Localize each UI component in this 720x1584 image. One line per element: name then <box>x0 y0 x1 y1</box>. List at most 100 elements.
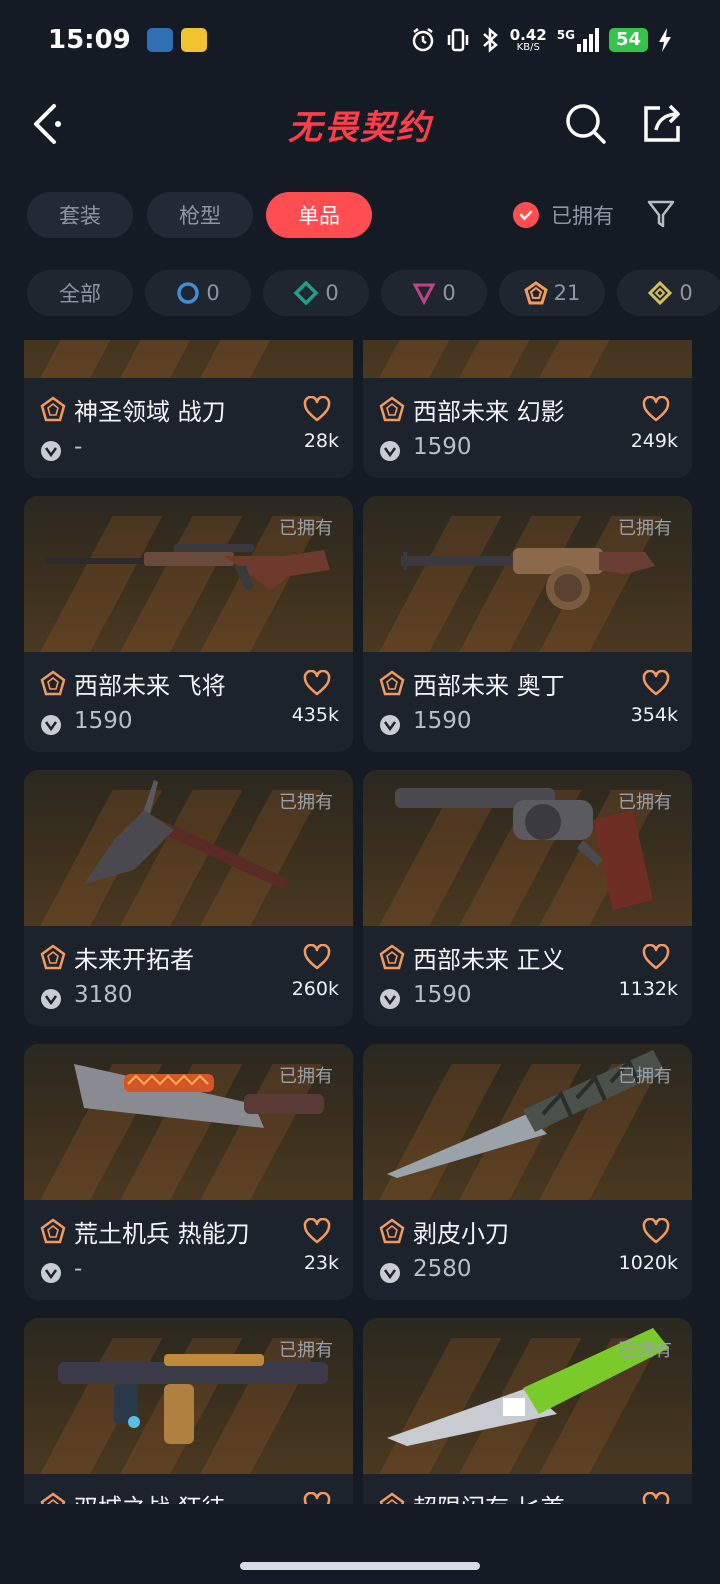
item-image: 已拥有 <box>363 1044 692 1200</box>
heart-icon[interactable] <box>642 1218 670 1244</box>
tab-single-items[interactable]: 单品 <box>266 192 372 238</box>
heart-icon[interactable] <box>642 396 670 422</box>
chip-deluxe-tier[interactable]: 0 <box>263 270 369 316</box>
chip-count: 0 <box>325 281 339 305</box>
item-name: 西部未来 奥丁 <box>413 672 565 700</box>
item-card[interactable]: 神圣领域 战刀 - 28k <box>24 340 353 478</box>
exclusive-tier-icon <box>40 396 66 422</box>
brand-logo: 无畏契约 <box>288 108 432 148</box>
heart-icon[interactable] <box>303 1492 331 1504</box>
owned-label: 已拥有 <box>279 1066 333 1087</box>
owned-filter-label: 已拥有 <box>551 204 614 228</box>
chip-all[interactable]: 全部 <box>27 270 133 316</box>
item-image: 已拥有 <box>24 770 353 926</box>
status-bar: 15:09 0.42 KB/S 5G 54 <box>0 0 720 80</box>
item-card[interactable]: 已拥有超限闪存 匕首-32k <box>363 1318 692 1504</box>
vibrate-icon <box>447 28 468 52</box>
owned-label: 已拥有 <box>618 792 672 813</box>
heart-icon[interactable] <box>303 396 331 422</box>
item-image: 已拥有 <box>24 1318 353 1474</box>
exclusive-tier-icon <box>40 1218 66 1244</box>
chip-count: 0 <box>442 281 456 305</box>
item-likes: 354k <box>630 704 678 726</box>
item-name: 西部未来 正义 <box>413 946 565 974</box>
app-notification-icon <box>180 28 207 52</box>
heart-icon[interactable] <box>642 944 670 970</box>
valorant-points-icon <box>41 1263 61 1283</box>
network-speed: 0.42 KB/S <box>510 27 547 53</box>
category-tabs: 套装 枪型 单品 已拥有 <box>0 192 720 240</box>
exclusive-tier-icon <box>379 1492 405 1504</box>
owned-filter-toggle[interactable]: 已拥有 <box>513 200 614 230</box>
signal: 5G <box>557 28 599 52</box>
item-card[interactable]: 已拥有西部未来 奥丁 1590 354k <box>363 496 692 752</box>
item-price: - <box>74 434 83 460</box>
header: 无畏契约 <box>0 80 720 170</box>
item-price: 3180 <box>74 982 133 1008</box>
chip-select-tier[interactable]: 0 <box>145 270 251 316</box>
item-likes: 23k <box>303 1252 339 1274</box>
chip-ultra-tier[interactable]: 0 <box>617 270 720 316</box>
chip-count: 0 <box>206 281 220 305</box>
battery-indicator: 54 <box>608 28 648 52</box>
item-likes: 28k <box>303 430 339 452</box>
valorant-points-icon <box>380 715 400 735</box>
heart-icon[interactable] <box>303 670 331 696</box>
heart-icon[interactable] <box>642 1492 670 1504</box>
share-icon[interactable] <box>640 102 684 146</box>
item-likes: 1020k <box>618 1252 678 1274</box>
exclusive-tier-icon <box>379 1218 405 1244</box>
signal-label: 5G <box>556 28 575 42</box>
item-card[interactable]: 已拥有 荒土机兵 热能刀 - 23k <box>24 1044 353 1300</box>
item-likes: 435k <box>291 704 339 726</box>
chip-exclusive-tier[interactable]: 21 <box>499 270 605 316</box>
item-name: 西部未来 飞将 <box>74 672 226 700</box>
item-image: 已拥有 <box>363 1318 692 1474</box>
item-name: 剥皮小刀 <box>413 1220 509 1248</box>
item-card[interactable]: 已拥有西部未来 飞将 1590 435k <box>24 496 353 752</box>
net-speed-unit: KB/S <box>516 41 540 53</box>
item-card[interactable]: 已拥有 西部未来 正义 1590 1132k <box>363 770 692 1026</box>
item-likes: 249k <box>630 430 678 452</box>
valorant-points-icon <box>380 1263 400 1283</box>
app-notification-icon <box>146 28 173 52</box>
alarm-icon <box>412 28 433 52</box>
chip-count: 0 <box>679 281 693 305</box>
heart-icon[interactable] <box>303 1218 331 1244</box>
item-likes: 260k <box>291 978 339 1000</box>
item-image <box>363 340 692 378</box>
item-price: 1590 <box>413 434 472 460</box>
valorant-points-icon <box>41 441 61 461</box>
item-card[interactable]: 已拥有 未来开拓者 3180 260k <box>24 770 353 1026</box>
valorant-points-icon <box>41 989 61 1009</box>
item-price: 1590 <box>413 708 472 734</box>
item-price: 1590 <box>74 708 133 734</box>
search-icon[interactable] <box>564 102 608 146</box>
heart-icon[interactable] <box>303 944 331 970</box>
ultra-tier-icon <box>648 281 673 305</box>
item-image <box>24 340 353 378</box>
owned-label: 已拥有 <box>618 1066 672 1087</box>
status-time: 15:09 <box>48 25 131 55</box>
filter-icon[interactable] <box>646 198 676 230</box>
item-name: 西部未来 幻影 <box>413 398 565 426</box>
item-card[interactable]: 已拥有双城之战 狂徒1590167k <box>24 1318 353 1504</box>
chip-label: 全部 <box>59 282 101 306</box>
owned-label: 已拥有 <box>279 792 333 813</box>
tab-suits[interactable]: 套装 <box>27 192 133 238</box>
chip-premium-tier[interactable]: 0 <box>381 270 487 316</box>
item-card[interactable]: 已拥有 剥皮小刀 2580 1020k <box>363 1044 692 1300</box>
item-price: - <box>74 1256 83 1282</box>
heart-icon[interactable] <box>642 670 670 696</box>
exclusive-tier-icon <box>379 670 405 696</box>
item-name: 双城之战 狂徒 <box>74 1488 226 1504</box>
item-price: 1590 <box>413 982 472 1008</box>
home-indicator[interactable] <box>240 1562 480 1570</box>
premium-tier-icon <box>412 283 436 305</box>
item-card[interactable]: 西部未来 幻影 1590 249k <box>363 340 692 478</box>
select-tier-icon <box>177 282 200 304</box>
item-image: 已拥有 <box>363 770 692 926</box>
owned-label: 已拥有 <box>618 518 672 539</box>
item-image: 已拥有 <box>24 496 353 652</box>
tab-gun-types[interactable]: 枪型 <box>147 192 253 238</box>
